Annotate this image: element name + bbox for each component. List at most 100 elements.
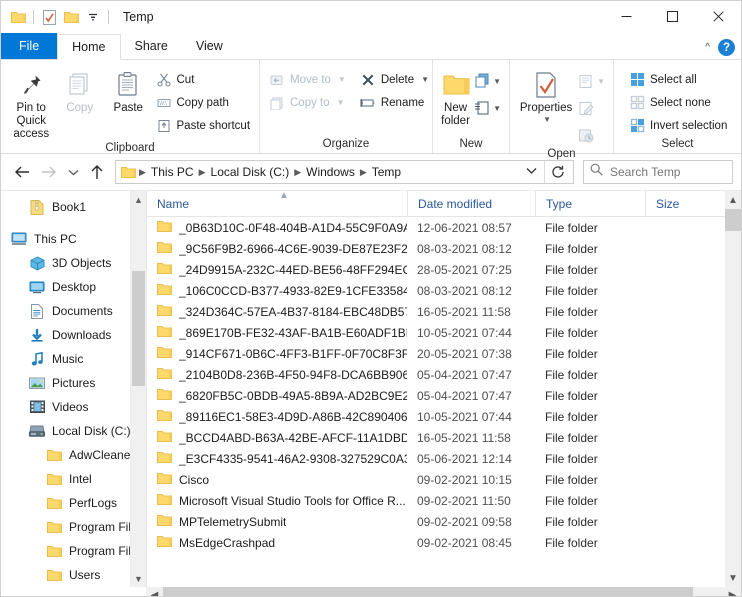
breadcrumb-sep-3[interactable]: ▶ xyxy=(359,167,368,178)
sidebar-item-local-disk[interactable]: Local Disk (C:) xyxy=(1,419,146,443)
open-with-caret-icon[interactable]: ▼ xyxy=(597,77,605,86)
table-row[interactable]: _9C56F9B2-6966-4C6E-9039-DE87E23F2A... 08… xyxy=(147,238,741,259)
tab-share[interactable]: Share xyxy=(121,33,182,59)
sidebar-item-book1[interactable]: Book1 xyxy=(1,195,146,219)
hscroll-thumb[interactable] xyxy=(163,587,693,596)
sidebar-item-users[interactable]: Users xyxy=(1,563,146,587)
table-row[interactable]: _6820FB5C-0BDB-49A5-8B9A-AD2BC9E2... 05-0… xyxy=(147,385,741,406)
properties-button[interactable]: Properties ▼ xyxy=(516,64,576,124)
minimize-icon[interactable] xyxy=(603,1,649,31)
sidebar-item-downloads[interactable]: Downloads xyxy=(1,323,146,347)
table-row[interactable]: MPTelemetrySubmit 09-02-2021 09:58 File fo… xyxy=(147,511,741,532)
table-row[interactable]: _24D9915A-232C-44ED-BE56-48FF294EC... 28-… xyxy=(147,259,741,280)
cut-button[interactable]: Cut xyxy=(153,69,254,90)
tab-view[interactable]: View xyxy=(182,33,237,59)
qat-new-folder-icon[interactable] xyxy=(60,6,82,28)
new-folder-button[interactable]: New folder xyxy=(439,64,472,128)
delete-button[interactable]: Delete ▼ xyxy=(357,69,432,90)
horizontal-scrollbar[interactable]: ◀ ▶ xyxy=(146,587,741,596)
nav-scroll-down-icon[interactable]: ▼ xyxy=(131,570,146,587)
paste-button[interactable]: Paste xyxy=(104,64,153,115)
tab-home[interactable]: Home xyxy=(57,34,121,60)
close-icon[interactable] xyxy=(695,1,741,31)
breadcrumb-local-disk[interactable]: Local Disk (C:) xyxy=(207,165,294,179)
sidebar-item-desktop[interactable]: Desktop xyxy=(1,275,146,299)
rename-button[interactable]: Rename xyxy=(357,92,432,113)
history-button[interactable] xyxy=(576,122,607,148)
collapse-ribbon-icon[interactable]: ^ xyxy=(705,42,710,53)
column-header-date[interactable]: Date modified xyxy=(407,191,535,216)
qat-folder-icon[interactable] xyxy=(7,6,29,28)
sidebar-item-music[interactable]: Music xyxy=(1,347,146,371)
pin-to-quick-access-button[interactable]: Pin to Quick access xyxy=(7,64,56,142)
file-scroll-down-icon[interactable]: ▼ xyxy=(725,569,741,587)
up-arrow-icon[interactable] xyxy=(84,159,110,185)
file-scroll-thumb[interactable] xyxy=(725,209,741,231)
qat-properties-icon[interactable] xyxy=(38,6,60,28)
sidebar-item-intel[interactable]: Intel xyxy=(1,467,146,491)
nav-scroll-up-icon[interactable]: ▲ xyxy=(131,191,146,208)
sidebar-item-this-pc[interactable]: This PC xyxy=(1,227,146,251)
paste-shortcut-button[interactable]: Paste shortcut xyxy=(153,115,254,136)
nav-scroll-thumb[interactable] xyxy=(132,271,145,386)
open-with-button[interactable]: ▼ xyxy=(576,68,607,94)
sidebar-item-documents[interactable]: Documents xyxy=(1,299,146,323)
select-none-button[interactable]: Select none xyxy=(626,92,730,113)
recent-locations-icon[interactable] xyxy=(63,159,83,185)
breadcrumb-bar[interactable]: ▶ This PC ▶ Local Disk (C:) ▶ Windows ▶ … xyxy=(115,160,574,184)
easy-access-caret-icon[interactable]: ▼ xyxy=(493,104,501,113)
sidebar-item-program-files-x86[interactable]: Program Files ( xyxy=(1,539,146,563)
sidebar-item-videos[interactable]: Videos xyxy=(1,395,146,419)
copy-to-caret-icon[interactable]: ▼ xyxy=(337,98,345,107)
search-box[interactable]: Search Temp xyxy=(583,160,733,184)
qat-customize-dropdown-icon[interactable] xyxy=(82,6,104,28)
new-item-button[interactable]: ▼ xyxy=(472,68,503,94)
invert-selection-button[interactable]: Invert selection xyxy=(626,115,730,136)
breadcrumb-this-pc[interactable]: This PC xyxy=(147,165,198,179)
easy-access-button[interactable]: ▼ xyxy=(472,95,503,121)
column-header-type[interactable]: Type xyxy=(535,191,645,216)
file-scroll-up-icon[interactable]: ▲ xyxy=(725,191,741,209)
breadcrumb-sep-1[interactable]: ▶ xyxy=(198,167,207,178)
breadcrumb-windows[interactable]: Windows xyxy=(302,165,359,179)
properties-caret-icon[interactable]: ▼ xyxy=(543,115,551,124)
sidebar-item-adwcleaner[interactable]: AdwCleaner xyxy=(1,443,146,467)
new-item-caret-icon[interactable]: ▼ xyxy=(493,77,501,86)
maximize-icon[interactable] xyxy=(649,1,695,31)
table-row[interactable]: _89116EC1-58E3-4D9D-A86B-42C8904062... 10… xyxy=(147,406,741,427)
sidebar-item-pictures[interactable]: Pictures xyxy=(1,371,146,395)
table-row[interactable]: Cisco 09-02-2021 10:15 File folder xyxy=(147,469,741,490)
breadcrumb-sep-0[interactable]: ▶ xyxy=(138,167,147,178)
refresh-icon[interactable] xyxy=(545,165,571,179)
copy-to-button[interactable]: Copy to ▼ xyxy=(266,92,349,113)
column-header-size[interactable]: Size xyxy=(645,191,705,216)
table-row[interactable]: _106C0CCD-B377-4933-82E9-1CFE33584E... 08… xyxy=(147,280,741,301)
breadcrumb-sep-2[interactable]: ▶ xyxy=(293,167,302,178)
table-row[interactable]: _0B63D10C-0F48-404B-A1D4-55C9F0A9A... 12-… xyxy=(147,217,741,238)
table-row[interactable]: _BCCD4ABD-B63A-42BE-AFCF-11A1DBD... 16-05… xyxy=(147,427,741,448)
navigation-scrollbar[interactable]: ▲ ▼ xyxy=(130,191,146,587)
select-all-button[interactable]: Select all xyxy=(626,69,730,90)
table-row[interactable]: MsEdgeCrashpad 09-02-2021 08:45 File folde… xyxy=(147,532,741,553)
edit-button[interactable] xyxy=(576,95,607,121)
forward-arrow-icon[interactable] xyxy=(36,159,62,185)
breadcrumb-temp[interactable]: Temp xyxy=(368,165,405,179)
tab-file[interactable]: File xyxy=(1,33,58,59)
file-list-scrollbar[interactable]: ▲ ▼ xyxy=(725,191,741,587)
hscroll-left-icon[interactable]: ◀ xyxy=(146,587,163,596)
column-header-name[interactable]: Name ▲ xyxy=(147,191,407,216)
copy-path-button[interactable]: W:\ Copy path xyxy=(153,92,254,113)
copy-button[interactable]: Copy xyxy=(56,64,105,115)
move-to-button[interactable]: Move to ▼ xyxy=(266,69,349,90)
sidebar-item-perflogs[interactable]: PerfLogs xyxy=(1,491,146,515)
hscroll-right-icon[interactable]: ▶ xyxy=(724,587,741,596)
help-icon[interactable]: ? xyxy=(718,39,735,56)
delete-caret-icon[interactable]: ▼ xyxy=(421,75,429,84)
move-to-caret-icon[interactable]: ▼ xyxy=(338,75,346,84)
table-row[interactable]: _914CF671-0B6C-4FF3-B1FF-0F70C8F3FD... 20… xyxy=(147,343,741,364)
table-row[interactable]: _E3CF4335-9541-46A2-9308-327529C0A3F2 05-… xyxy=(147,448,741,469)
table-row[interactable]: _2104B0D8-236B-4F50-94F8-DCA6BB9063... 05… xyxy=(147,364,741,385)
sidebar-item-program-files[interactable]: Program Files xyxy=(1,515,146,539)
table-row[interactable]: Microsoft Visual Studio Tools for Office… xyxy=(147,490,741,511)
table-row[interactable]: _324D364C-57EA-4B37-8184-EBC48DB57... 16-… xyxy=(147,301,741,322)
